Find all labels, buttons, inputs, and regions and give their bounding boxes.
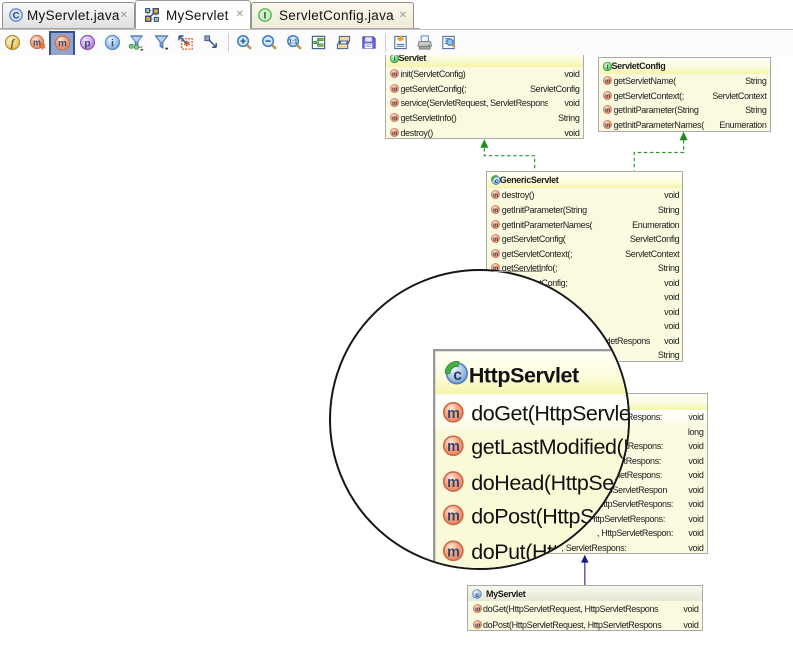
svg-text:1:1: 1:1 <box>289 39 298 46</box>
svg-text:I: I <box>264 10 267 21</box>
svg-text:m: m <box>392 86 397 92</box>
svg-text:i: i <box>111 38 114 50</box>
svg-text:m: m <box>605 123 610 129</box>
svg-text:m: m <box>392 101 397 107</box>
svg-text:m: m <box>33 38 41 48</box>
svg-text:m: m <box>605 79 610 85</box>
svg-text:C: C <box>13 10 20 21</box>
svg-text:m: m <box>392 72 397 78</box>
svg-text:m: m <box>493 251 498 257</box>
svg-text:c: c <box>454 367 463 384</box>
svg-text:m: m <box>448 440 460 456</box>
svg-text:m: m <box>493 222 498 228</box>
svg-text:m: m <box>392 131 397 137</box>
svg-text:m: m <box>605 93 610 99</box>
svg-text:m: m <box>475 607 480 613</box>
svg-text:m: m <box>493 237 498 243</box>
svg-text:p: p <box>84 38 90 50</box>
svg-text:m: m <box>448 475 460 491</box>
svg-text:m: m <box>493 193 498 199</box>
svg-text:m: m <box>448 509 460 525</box>
svg-text:m: m <box>605 108 610 114</box>
svg-text:m: m <box>493 208 498 214</box>
svg-text:m: m <box>448 405 460 421</box>
svg-text:m: m <box>392 116 397 122</box>
svg-text:m: m <box>448 544 460 560</box>
svg-text:m: m <box>475 623 480 629</box>
svg-text:m: m <box>58 39 67 50</box>
